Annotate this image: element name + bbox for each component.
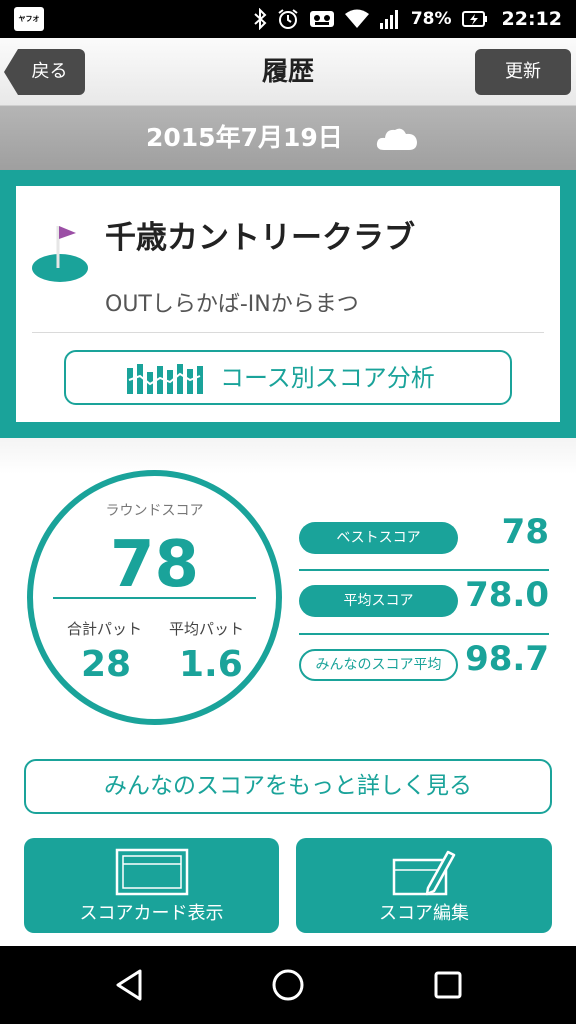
refresh-button[interactable]: 更新 (475, 49, 571, 95)
scorecard-icon (115, 848, 188, 896)
app-notification-icon: ヤフオク! (14, 7, 44, 31)
back-triangle-icon[interactable] (114, 968, 144, 1002)
scorecard-label: スコアカード表示 (79, 903, 224, 924)
average-score-row: 平均スコア 78.0 (299, 563, 549, 625)
course-layout: OUTしらかば-INからまつ (105, 292, 359, 317)
alarm-icon (278, 9, 298, 29)
round-score-value: 78 (109, 528, 200, 602)
score-edit-button[interactable]: スコア編集 (296, 838, 552, 933)
recents-square-icon[interactable] (433, 968, 463, 1002)
battery-charging-icon (461, 11, 487, 27)
round-score-label: ラウンドスコア (105, 503, 204, 519)
course-analysis-button[interactable]: コース別スコア分析 (64, 350, 512, 405)
total-putts-value: 28 (81, 644, 132, 685)
clock: 22:12 (501, 8, 562, 30)
bar-chart-icon (127, 364, 203, 394)
everyone-average-value: 98.7 (465, 639, 549, 679)
status-bar: ヤフオク! 78% 22:12 (0, 0, 576, 38)
cloud-icon (376, 128, 417, 150)
score-edit-label: スコア編集 (379, 903, 469, 924)
voicemail-icon (309, 11, 334, 27)
home-circle-icon[interactable] (271, 968, 305, 1002)
everyone-average-label: みんなのスコア平均 (299, 649, 458, 681)
back-button[interactable]: 戻る (4, 49, 85, 95)
course-card: 千歳カントリークラブ OUTしらかば-INからまつ コース別スコア分析 (16, 186, 560, 422)
date-bar: 2015年7月19日 (0, 106, 576, 170)
course-analysis-label: コース別スコア分析 (220, 364, 435, 392)
everyone-score-details-button[interactable]: みんなのスコアをもっと詳しく見る (24, 759, 552, 814)
section-shadow (0, 438, 576, 474)
course-name: 千歳カントリークラブ (105, 220, 415, 256)
best-score-value: 78 (501, 512, 549, 552)
divider (53, 597, 256, 599)
course-section: 千歳カントリークラブ OUTしらかば-INからまつ コース別スコア分析 (0, 170, 576, 438)
scorecard-button[interactable]: スコアカード表示 (24, 838, 279, 933)
avg-putts-value: 1.6 (179, 644, 243, 685)
battery-percent: 78% (410, 9, 452, 29)
round-date: 2015年7月19日 (146, 123, 343, 152)
divider (32, 332, 544, 333)
average-score-value: 78.0 (465, 575, 549, 615)
avg-putts-label: 平均パット (169, 620, 245, 638)
golf-flag-icon (32, 226, 88, 282)
round-score-circle: ラウンドスコア 78 合計パット 平均パット 28 1.6 (27, 470, 282, 725)
best-score-row: ベストスコア 78 (299, 500, 549, 562)
average-score-label: 平均スコア (299, 585, 458, 617)
signal-icon (379, 10, 398, 29)
bluetooth-icon (254, 8, 267, 30)
nav-bar: 履歴 戻る 更新 (0, 38, 576, 106)
system-nav-bar (0, 946, 576, 1024)
total-putts-label: 合計パット (67, 620, 143, 638)
edit-pen-icon (392, 850, 456, 896)
best-score-label: ベストスコア (299, 522, 458, 554)
everyone-average-row: みんなのスコア平均 98.7 (299, 627, 549, 689)
wifi-icon (344, 9, 369, 28)
status-icons: 78% 22:12 (253, 0, 562, 38)
